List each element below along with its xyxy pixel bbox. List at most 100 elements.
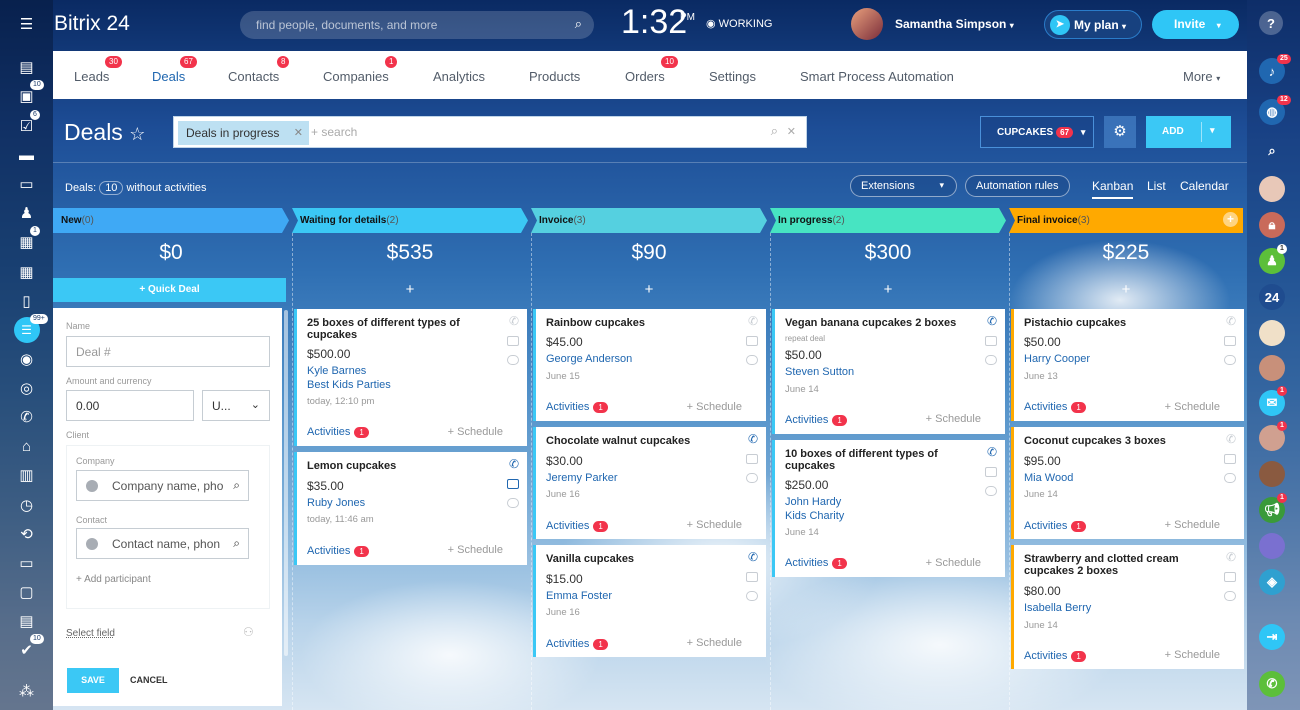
nav-deals[interactable]: Deals 67: [152, 56, 197, 84]
chat-icon[interactable]: [985, 486, 997, 496]
filter-tag[interactable]: Deals in progress ✕: [178, 121, 309, 145]
email-icon[interactable]: [1224, 454, 1236, 464]
chat-icon[interactable]: [1224, 355, 1236, 365]
checklist-icon[interactable]: ✔ 10: [0, 634, 53, 664]
phone-icon[interactable]: ✆: [748, 432, 758, 446]
chat-icon[interactable]: [746, 355, 758, 365]
nav-contacts[interactable]: Contacts 8: [228, 56, 290, 84]
chat-icon[interactable]: [746, 473, 758, 483]
activities-link[interactable]: Activities 1: [546, 401, 608, 413]
documents-icon[interactable]: ▤: [0, 607, 53, 635]
email-icon[interactable]: [746, 336, 758, 346]
messenger-icon[interactable]: ◍ 12: [1259, 95, 1291, 125]
monitor-icon[interactable]: ▢: [0, 578, 53, 606]
add-card-button[interactable]: +: [292, 281, 528, 298]
email-icon[interactable]: [507, 336, 519, 346]
user-group-icon[interactable]: ♟ 1: [1259, 244, 1287, 274]
phone-icon[interactable]: ✆: [509, 457, 519, 471]
star-icon[interactable]: ☆: [129, 124, 145, 144]
extensions-button[interactable]: Extensions ▾: [850, 175, 957, 197]
nav-orders[interactable]: Orders 10: [625, 56, 678, 84]
column-header[interactable]: In progress(2): [770, 208, 1006, 233]
email-icon[interactable]: [1224, 572, 1236, 582]
open-channel-icon[interactable]: ◈: [1259, 569, 1285, 595]
activities-link[interactable]: Activities 1: [307, 426, 369, 438]
add-deal-button[interactable]: ADD ▾: [1146, 116, 1231, 148]
activities-link[interactable]: Activities 1: [1024, 650, 1086, 662]
add-card-button[interactable]: +: [1009, 281, 1243, 298]
activities-link[interactable]: Activities 1: [307, 545, 369, 557]
nav-products[interactable]: Products: [529, 69, 580, 84]
phone-icon[interactable]: ✆: [1226, 314, 1236, 328]
team-avatar[interactable]: [1259, 320, 1285, 346]
contact-link[interactable]: John Hardy: [785, 496, 841, 508]
close-icon[interactable]: ✕: [294, 126, 303, 139]
search-icon[interactable]: ⌕: [575, 16, 582, 32]
email-icon[interactable]: [746, 454, 758, 464]
sites-icon[interactable]: ◉: [0, 345, 53, 373]
contact-link[interactable]: George Anderson: [546, 353, 632, 365]
deal-title[interactable]: Chocolate walnut cupcakes: [546, 435, 736, 447]
global-search-input[interactable]: find people, documents, and more ⌕: [240, 11, 594, 39]
add-stage-icon[interactable]: +: [1223, 212, 1238, 227]
my-plan-button[interactable]: ➤ My plan ▾: [1044, 10, 1142, 39]
company-link[interactable]: Best Kids Parties: [307, 379, 391, 391]
bitrix24-icon[interactable]: 24: [1259, 284, 1285, 310]
deal-title[interactable]: Rainbow cupcakes: [546, 317, 736, 329]
employees-icon[interactable]: ♟: [0, 199, 53, 227]
deal-card[interactable]: Coconut cupcakes 3 boxes $95.00 Mia Wood…: [1011, 427, 1244, 539]
phone-icon[interactable]: ✆: [748, 314, 758, 328]
select-field-link[interactable]: Select field: [66, 628, 115, 639]
deal-card[interactable]: Rainbow cupcakes $45.00 George Anderson …: [533, 309, 766, 421]
chat-icon[interactable]: [985, 355, 997, 365]
settings-gear-button[interactable]: ⚙: [1104, 116, 1136, 148]
deal-name-input[interactable]: Deal #: [66, 336, 270, 367]
deal-card[interactable]: 10 boxes of different types of cupcakes …: [772, 440, 1005, 577]
phone-icon[interactable]: ✆: [987, 314, 997, 328]
telephony-icon[interactable]: ✆: [0, 403, 53, 431]
amount-input[interactable]: 0.00: [66, 390, 194, 421]
nav-companies[interactable]: Companies 1: [323, 56, 398, 84]
activities-link[interactable]: Activities 1: [785, 414, 847, 426]
activities-link[interactable]: Activities 1: [1024, 520, 1086, 532]
chat-icon[interactable]: ▣ 10: [0, 80, 53, 110]
add-card-button[interactable]: +: [770, 281, 1006, 298]
deal-card[interactable]: Lemon cupcakes $35.00 Ruby Jones today, …: [294, 452, 527, 565]
deal-card[interactable]: Vegan banana cupcakes 2 boxes repeat dea…: [772, 309, 1005, 434]
save-button[interactable]: SAVE: [67, 668, 119, 693]
column-header[interactable]: Waiting for details(2): [292, 208, 528, 233]
mail-icon[interactable]: ✉ 1: [1259, 386, 1287, 416]
contact-avatar[interactable]: [1259, 461, 1285, 487]
view-tab-calendar[interactable]: Calendar: [1180, 179, 1229, 193]
add-card-button[interactable]: +: [531, 281, 767, 298]
deal-card[interactable]: Chocolate walnut cupcakes $30.00 Jeremy …: [533, 427, 766, 539]
contact-link[interactable]: Harry Cooper: [1024, 353, 1090, 365]
activities-link[interactable]: Activities 1: [546, 520, 608, 532]
schedule-link[interactable]: + Schedule: [687, 519, 742, 531]
filter-search-box[interactable]: Deals in progress ✕ + search ⌕ ✕: [173, 116, 807, 148]
contact-center-icon[interactable]: ▭: [0, 170, 53, 198]
phone-icon[interactable]: ✆: [987, 445, 997, 459]
phone-icon[interactable]: ✆: [1259, 671, 1285, 697]
schedule-link[interactable]: + Schedule: [1165, 519, 1220, 531]
chat-icon[interactable]: [1224, 473, 1236, 483]
notifications-bell-icon[interactable]: ♪ 25: [1259, 54, 1291, 84]
marketing-icon[interactable]: ◎: [0, 374, 53, 402]
drive-icon[interactable]: ▬: [0, 141, 53, 169]
tasks-icon[interactable]: ☑ 6: [0, 110, 53, 140]
schedule-link[interactable]: + Schedule: [926, 557, 981, 569]
people-icon[interactable]: ⚇: [243, 625, 254, 639]
crm-icon[interactable]: ☰ 99+: [0, 314, 53, 344]
company-link[interactable]: Kids Charity: [785, 510, 844, 522]
app-logo[interactable]: Bitrix 24: [54, 12, 130, 36]
contact-avatar[interactable]: [1259, 176, 1285, 202]
contact-avatar[interactable]: [1259, 355, 1285, 381]
column-header[interactable]: New(0): [53, 208, 289, 233]
automation-icon[interactable]: ⟲: [0, 520, 53, 548]
contact-link[interactable]: Ruby Jones: [307, 497, 365, 509]
help-icon[interactable]: ?: [1259, 11, 1283, 35]
chat-icon[interactable]: [507, 498, 519, 508]
activities-link[interactable]: Activities 1: [1024, 401, 1086, 413]
user-avatar[interactable]: [851, 8, 883, 40]
megaphone-icon[interactable]: 📢︎ 1: [1259, 493, 1287, 523]
